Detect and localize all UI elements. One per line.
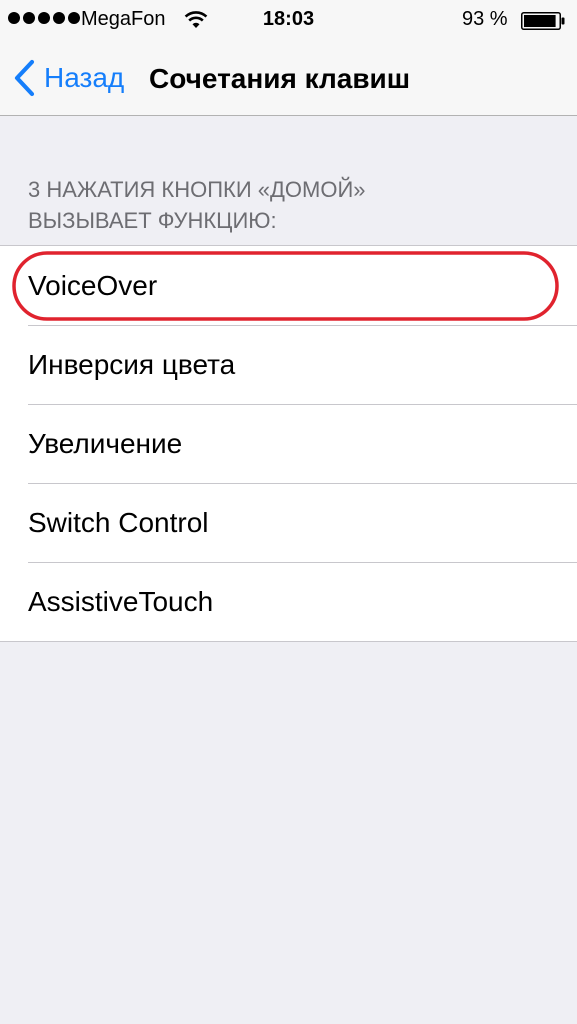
back-button[interactable]: Назад [12, 58, 124, 98]
list-item-voiceover[interactable]: VoiceOver [0, 246, 577, 325]
list-item-zoom[interactable]: Увеличение [0, 404, 577, 483]
battery-percent: 93 % [462, 8, 508, 30]
list-item-assistivetouch[interactable]: AssistiveTouch [0, 562, 577, 641]
battery-icon [521, 12, 565, 30]
list-item-invert-colors[interactable]: Инверсия цвета [0, 325, 577, 404]
page-title: Сочетания клавиш [149, 63, 411, 94]
chevron-left-icon [14, 59, 35, 97]
section-header: 3 НАЖАТИЯ КНОПКИ «ДОМОЙ» ВЫЗЫВАЕТ ФУНКЦИ… [28, 174, 548, 236]
back-label: Назад [44, 62, 125, 93]
section-header-line-2: ВЫЗЫВАЕТ ФУНКЦИЮ: [28, 208, 277, 233]
list-item-switch-control[interactable]: Switch Control [0, 483, 577, 562]
shortcut-options-list: VoiceOver Инверсия цвета Увеличение Swit… [0, 245, 577, 642]
navigation-bar: Назад Сочетания клавиш [0, 40, 577, 116]
status-bar: MegaFon 18:03 93 % [0, 0, 577, 40]
section-header-line-1: 3 НАЖАТИЯ КНОПКИ «ДОМОЙ» [28, 177, 366, 202]
